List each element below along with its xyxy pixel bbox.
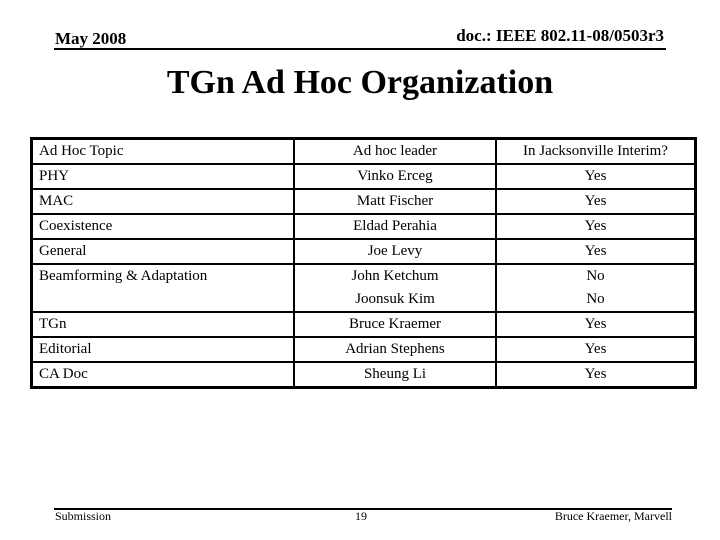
table-row: PHY Vinko Erceg Yes: [30, 163, 697, 190]
attendance-cell: No No: [495, 263, 697, 313]
leader-cell: Adrian Stephens: [293, 336, 497, 363]
footer-submission-label: Submission: [55, 509, 112, 523]
table-row: TGn Bruce Kraemer Yes: [30, 311, 697, 338]
topic-cell: Editorial: [30, 336, 295, 363]
header-date: May 2008: [55, 29, 127, 48]
topic-cell: TGn: [30, 311, 295, 338]
attendance-cell: Yes: [495, 163, 697, 190]
leader-cell: Sheung Li: [293, 361, 497, 389]
column-header-leader: Ad hoc leader: [293, 137, 497, 165]
attendance-value: No: [586, 268, 605, 284]
topic-cell: PHY: [30, 163, 295, 190]
table-row: General Joe Levy Yes: [30, 238, 697, 265]
leader-cell: Matt Fischer: [293, 188, 497, 215]
leader-name: Joonsuk Kim: [355, 291, 435, 307]
topic-cell: Beamforming & Adaptation: [30, 263, 295, 313]
topic-cell: MAC: [30, 188, 295, 215]
table-row: Beamforming & Adaptation John Ketchum Jo…: [30, 263, 697, 313]
page-number: 19: [355, 509, 367, 523]
slide-title: TGn Ad Hoc Organization: [166, 64, 554, 101]
topic-cell: General: [30, 238, 295, 265]
topic-cell: CA Doc: [30, 361, 295, 389]
table-row: Coexistence Eldad Perahia Yes: [30, 213, 697, 240]
leader-cell: Eldad Perahia: [293, 213, 497, 240]
leader-cell: Vinko Erceg: [293, 163, 497, 190]
attendance-value: No: [586, 291, 605, 307]
header-divider: [54, 48, 666, 50]
attendance-cell: Yes: [495, 361, 697, 389]
header-document-id: doc.: IEEE 802.11-08/0503r3: [456, 26, 664, 45]
attendance-cell: Yes: [495, 238, 697, 265]
leader-cell: John Ketchum Joonsuk Kim: [293, 263, 497, 313]
column-header-attendance: In Jacksonville Interim?: [495, 137, 697, 165]
column-header-topic: Ad Hoc Topic: [30, 137, 295, 165]
table-header-row: Ad Hoc Topic Ad hoc leader In Jacksonvil…: [30, 137, 697, 165]
leader-cell: Bruce Kraemer: [293, 311, 497, 338]
table-row: Editorial Adrian Stephens Yes: [30, 336, 697, 363]
attendance-cell: Yes: [495, 213, 697, 240]
table-row: MAC Matt Fischer Yes: [30, 188, 697, 215]
adhoc-organization-table: Ad Hoc Topic Ad hoc leader In Jacksonvil…: [30, 137, 697, 389]
attendance-cell: Yes: [495, 188, 697, 215]
attendance-cell: Yes: [495, 336, 697, 363]
leader-name: John Ketchum: [351, 268, 439, 284]
leader-cell: Joe Levy: [293, 238, 497, 265]
table-row: CA Doc Sheung Li Yes: [30, 361, 697, 389]
attendance-cell: Yes: [495, 311, 697, 338]
footer-author: Bruce Kraemer, Marvell: [554, 509, 672, 523]
topic-cell: Coexistence: [30, 213, 295, 240]
